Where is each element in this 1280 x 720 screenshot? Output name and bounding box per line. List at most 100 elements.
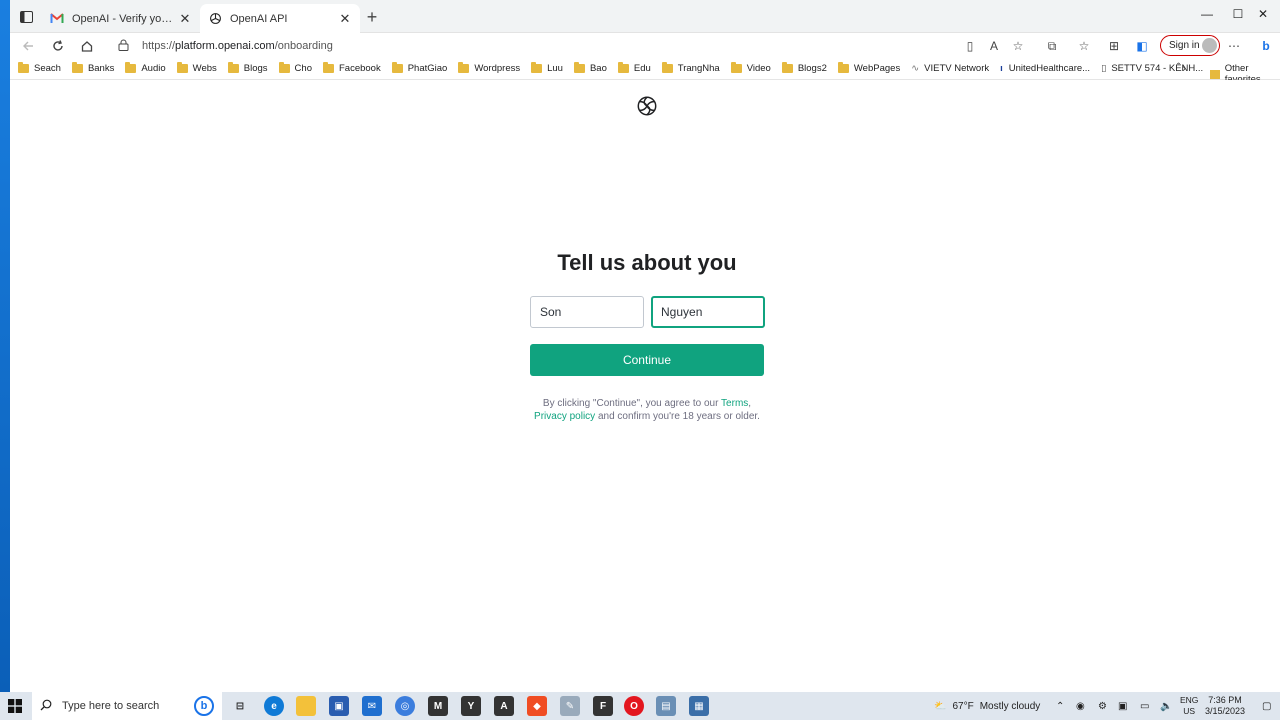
lock-icon[interactable]: [118, 39, 132, 54]
chevron-up-icon[interactable]: ⌃: [1056, 692, 1064, 720]
bookmark-item[interactable]: ∿ VIETV Network: [911, 63, 989, 74]
folder-icon: [730, 62, 742, 73]
sign-in-button[interactable]: Sign in: [1160, 35, 1220, 56]
chevron-right-icon[interactable]: ›: [1182, 61, 1186, 75]
bookmark-item[interactable]: Cho: [278, 62, 312, 74]
app-icon[interactable]: ✎: [560, 696, 580, 716]
favorites-icon[interactable]: ☆: [1074, 36, 1094, 56]
bookmark-item[interactable]: Luu: [531, 62, 563, 74]
app-y-icon[interactable]: Y: [461, 696, 481, 716]
folder-icon: [781, 62, 793, 73]
add-favorite-icon[interactable]: ☆: [1008, 36, 1028, 56]
terms-link[interactable]: Terms: [721, 398, 748, 409]
read-aloud-icon[interactable]: A: [984, 36, 1004, 56]
address-bar[interactable]: https://platform.openai.com/onboarding: [110, 34, 1050, 58]
back-icon[interactable]: [18, 36, 38, 56]
windows-start-icon[interactable]: [8, 699, 22, 713]
bookmark-item[interactable]: Bao: [573, 62, 607, 74]
task-view-icon[interactable]: ⊟: [230, 696, 250, 716]
tab-openai-api[interactable]: OpenAI API ✕: [200, 4, 360, 33]
bookmark-item[interactable]: Banks: [71, 62, 114, 74]
opera-icon[interactable]: O: [624, 696, 644, 716]
home-icon[interactable]: [77, 36, 97, 56]
taskbar: Type here to search b ⊟ e ▣ ✉ ◎ M Y A ◆ …: [0, 692, 1280, 720]
folder-icon: [617, 62, 629, 73]
volume-icon[interactable]: 🔈: [1160, 692, 1172, 720]
folder-icon: [661, 62, 673, 73]
browser-essentials-icon[interactable]: ◧: [1132, 36, 1152, 56]
app-a-icon[interactable]: A: [494, 696, 514, 716]
bookmark-item[interactable]: WebPages: [837, 62, 900, 74]
close-tab-icon[interactable]: ✕: [338, 11, 352, 26]
bookmark-item[interactable]: Blogs2: [781, 62, 827, 74]
bookmark-item[interactable]: TrangNha: [661, 62, 720, 74]
app-icon[interactable]: ◎: [395, 696, 415, 716]
close-window-icon[interactable]: ✕: [1246, 0, 1280, 28]
app-f-icon[interactable]: F: [593, 696, 613, 716]
folder-icon: [176, 62, 188, 73]
tab-gmail[interactable]: OpenAI - Verify your email - ngu ✕: [42, 4, 200, 33]
openai-logo-icon: [636, 95, 658, 117]
refresh-icon[interactable]: [48, 36, 68, 56]
site-icon: ∿: [911, 63, 920, 74]
brave-icon[interactable]: ◆: [527, 696, 547, 716]
bookmark-item[interactable]: Wordpress: [458, 62, 520, 74]
bookmark-item[interactable]: Webs: [176, 62, 217, 74]
extensions-icon[interactable]: ⧉: [1042, 36, 1062, 56]
edge-icon[interactable]: e: [264, 696, 284, 716]
first-name-input[interactable]: [530, 296, 644, 328]
page-icon: ▯: [1101, 63, 1107, 74]
mail-icon[interactable]: ✉: [362, 696, 382, 716]
bookmark-item[interactable]: ı UnitedHealthcare...: [1000, 63, 1090, 74]
folder-icon: [1210, 69, 1220, 79]
language-indicator[interactable]: ENG US: [1180, 692, 1198, 720]
desktop-background: [0, 0, 10, 692]
store-icon[interactable]: ▣: [329, 696, 349, 716]
search-placeholder: Type here to search: [62, 700, 160, 712]
continue-button[interactable]: Continue: [530, 344, 764, 376]
bookmark-item[interactable]: PhatGiao: [391, 62, 447, 74]
folder-icon: [227, 62, 239, 73]
bookmark-item[interactable]: ▯ SETTV 574 - KÊNH...: [1101, 63, 1203, 74]
site-icon: ı: [1000, 63, 1003, 74]
app-icon[interactable]: ▦: [689, 696, 709, 716]
bookmark-item[interactable]: Audio: [125, 62, 166, 74]
bing-icon[interactable]: b: [1256, 36, 1276, 56]
tray-app-icon[interactable]: ⚙: [1098, 692, 1107, 720]
new-tab-icon[interactable]: +: [362, 8, 382, 28]
bing-icon[interactable]: b: [194, 696, 214, 716]
avatar: [1202, 38, 1217, 53]
tab-actions-icon[interactable]: [16, 7, 36, 27]
openai-logo-icon: [208, 12, 222, 26]
network-icon[interactable]: ▭: [1140, 692, 1149, 720]
taskbar-search-input[interactable]: Type here to search b: [32, 692, 222, 720]
sign-in-label: Sign in: [1169, 40, 1200, 51]
bookmark-item[interactable]: Video: [730, 62, 771, 74]
bookmark-item[interactable]: Seach: [18, 62, 61, 74]
clock[interactable]: 7:36 PM 3/15/2023: [1200, 695, 1250, 717]
app-icon[interactable]: ▤: [656, 696, 676, 716]
page-content: Tell us about you Continue By clicking "…: [10, 80, 1280, 692]
folder-icon: [278, 62, 290, 73]
tray-app-icon[interactable]: ▣: [1118, 692, 1127, 720]
tab-title: OpenAI API: [230, 12, 288, 25]
app-m-icon[interactable]: M: [428, 696, 448, 716]
notifications-icon[interactable]: ▢: [1262, 692, 1271, 720]
more-options-icon[interactable]: ⋯: [1224, 36, 1244, 56]
tray-app-icon[interactable]: ◉: [1076, 692, 1085, 720]
privacy-policy-link[interactable]: Privacy policy: [534, 411, 595, 422]
browser-window: OpenAI - Verify your email - ngu ✕ OpenA…: [10, 0, 1280, 692]
bookmark-item[interactable]: Edu: [617, 62, 651, 74]
bookmarks-bar: Seach Banks Audio Webs Blogs Cho Faceboo…: [10, 58, 1280, 85]
file-explorer-icon[interactable]: [296, 696, 316, 716]
collections-icon[interactable]: ⊞: [1104, 36, 1124, 56]
close-tab-icon[interactable]: ✕: [178, 11, 192, 26]
tab-title: OpenAI - Verify your email - ngu: [72, 12, 174, 25]
last-name-input[interactable]: [651, 296, 765, 328]
weather-widget[interactable]: ⛅ 67°F Mostly cloudy: [934, 692, 1040, 720]
bookmark-item[interactable]: Blogs: [227, 62, 268, 74]
folder-icon: [125, 62, 137, 73]
app-available-icon[interactable]: ▯: [960, 36, 980, 56]
bookmark-item[interactable]: Facebook: [322, 62, 381, 74]
folder-icon: [322, 62, 334, 73]
